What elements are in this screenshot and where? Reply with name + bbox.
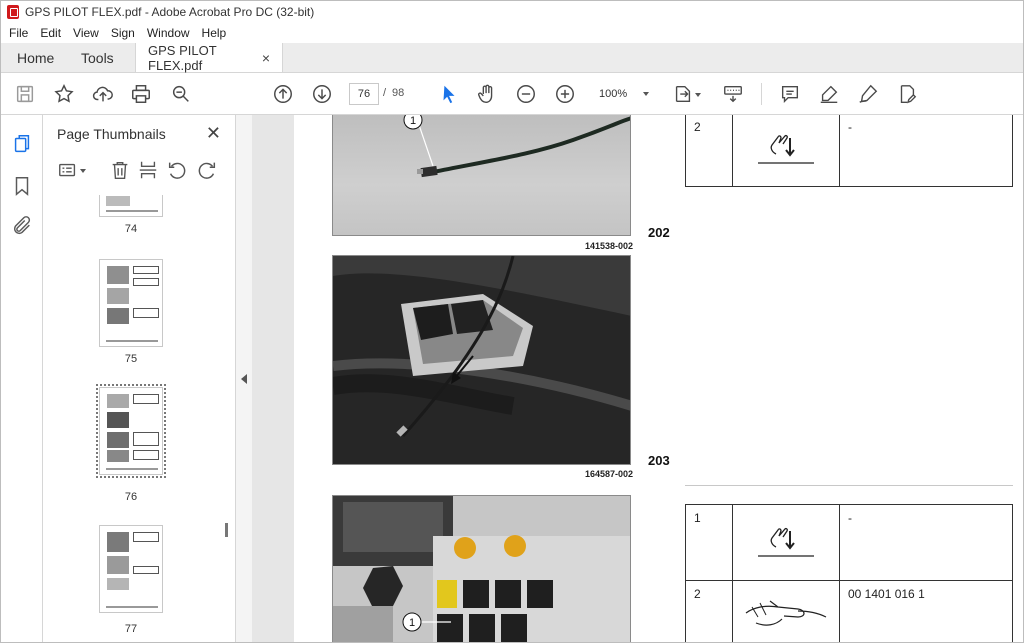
- keyboard-scroll-icon[interactable]: [721, 82, 745, 106]
- zoom-out-icon[interactable]: [514, 82, 538, 106]
- rotate-clockwise-icon[interactable]: [196, 159, 218, 181]
- panel-title: Page Thumbnails: [57, 126, 166, 142]
- tab-tools[interactable]: Tools: [69, 43, 135, 72]
- comment-icon[interactable]: [778, 82, 802, 106]
- panel-collapse-bar[interactable]: [236, 115, 252, 642]
- tab-document-label: GPS PILOT FLEX.pdf: [148, 42, 217, 73]
- zoom-level-select[interactable]: 100%: [595, 83, 653, 105]
- hand-tool-icon[interactable]: [475, 82, 499, 106]
- page-separator: /: [383, 87, 387, 99]
- document-viewport[interactable]: 1 141538-002 202 2 - 164587-002 203 1 1 …: [252, 115, 1023, 642]
- table-cell-pos: 2: [685, 115, 733, 187]
- table-row: 2 -: [685, 115, 1013, 187]
- table-cell-text: -: [839, 115, 1013, 187]
- thumbnail-label: 74: [124, 223, 138, 235]
- table-cell-pos: 1: [685, 504, 733, 581]
- collapse-arrow-icon[interactable]: [241, 374, 247, 384]
- thumbnail-label: 76: [124, 491, 138, 503]
- window-title: GPS PILOT FLEX.pdf - Adobe Acrobat Pro D…: [25, 5, 315, 19]
- page-number-input[interactable]: 76: [349, 83, 379, 105]
- cable-illustration: 1: [403, 115, 630, 178]
- figure-control-panel-photo: 1: [332, 495, 631, 642]
- thumbnail-page-75[interactable]: [99, 259, 163, 347]
- menu-sign[interactable]: Sign: [111, 26, 135, 40]
- left-tool-rail: [1, 115, 43, 642]
- save-icon[interactable]: [13, 82, 37, 106]
- menu-bar: File Edit View Sign Window Help: [1, 23, 1023, 43]
- star-bookmark-icon[interactable]: [52, 82, 76, 106]
- menu-window[interactable]: Window: [147, 26, 190, 40]
- tab-document[interactable]: GPS PILOT FLEX.pdf ×: [135, 42, 283, 73]
- previous-page-icon[interactable]: [271, 82, 295, 106]
- switch-illustration: [333, 256, 630, 464]
- section-divider: [685, 485, 1013, 486]
- select-cursor-icon[interactable]: [437, 82, 461, 106]
- delete-page-icon[interactable]: [109, 159, 131, 181]
- figure-caption: 164587-002: [585, 469, 634, 479]
- zoom-level-value: 100%: [599, 88, 628, 100]
- fill-sign-icon[interactable]: [895, 82, 919, 106]
- hand-plug-down-icon: [732, 504, 840, 581]
- pdf-page: 1 141538-002 202 2 - 164587-002 203 1 1 …: [294, 115, 1023, 642]
- page-thumbnails-panel: Page Thumbnails ✕ 74 75 76 77: [43, 115, 236, 642]
- figure-number: 203: [648, 453, 670, 468]
- thumbnail-scrollbar-thumb[interactable]: [225, 523, 228, 537]
- page-total: 98: [392, 87, 405, 99]
- table-row: 1 -: [685, 504, 1013, 581]
- table-cell-text: 00 1401 016 1: [839, 580, 1013, 642]
- hand-plug-down-icon: [732, 115, 840, 187]
- table-cell-text: -: [839, 504, 1013, 581]
- tab-bar: Home Tools GPS PILOT FLEX.pdf ×: [1, 43, 1023, 73]
- parts-table-top: 2 -: [685, 115, 1013, 187]
- page-thumbnails-icon[interactable]: [11, 133, 33, 155]
- hand-cable-icon: [732, 580, 840, 642]
- sign-pen-icon[interactable]: [856, 82, 880, 106]
- callout-label: 1: [410, 115, 416, 127]
- next-page-icon[interactable]: [310, 82, 334, 106]
- thumbnail-options-icon[interactable]: [57, 159, 79, 181]
- toolbar-divider: [761, 83, 762, 105]
- parts-table-bottom: 1 - 2 00 1401 016 1: [685, 504, 1013, 642]
- close-panel-icon[interactable]: ✕: [206, 123, 221, 144]
- acrobat-window: GPS PILOT FLEX.pdf - Adobe Acrobat Pro D…: [0, 0, 1024, 643]
- figure-cable-photo: 1: [332, 115, 631, 236]
- print-icon[interactable]: [129, 82, 153, 106]
- attachment-paperclip-icon[interactable]: [11, 215, 33, 237]
- table-row: 2 00 1401 016 1: [685, 580, 1013, 642]
- thumbnail-page-77[interactable]: [99, 525, 163, 613]
- menu-edit[interactable]: Edit: [40, 26, 61, 40]
- thumbnail-label: 75: [124, 353, 138, 365]
- menu-file[interactable]: File: [9, 26, 28, 40]
- thumbnail-scrollbar[interactable]: [223, 199, 231, 639]
- menu-help[interactable]: Help: [202, 26, 227, 40]
- figure-switch-photo: [332, 255, 631, 465]
- cloud-upload-icon[interactable]: [91, 82, 115, 106]
- fit-chevron-icon[interactable]: [695, 93, 701, 97]
- thumbnail-list: 74 75 76 77: [43, 195, 223, 642]
- highlight-pen-icon[interactable]: [817, 82, 841, 106]
- tab-home[interactable]: Home: [1, 43, 69, 72]
- fit-page-icon[interactable]: [671, 82, 695, 106]
- options-chevron-icon[interactable]: [80, 169, 86, 173]
- bookmark-icon[interactable]: [11, 175, 33, 197]
- menu-view[interactable]: View: [73, 26, 99, 40]
- thumbnail-page-74[interactable]: [99, 195, 163, 217]
- insert-page-icon[interactable]: [137, 159, 159, 181]
- table-cell-pos: 2: [685, 580, 733, 642]
- toolbar: 76 / 98 100%: [1, 74, 1023, 115]
- zoom-in-icon[interactable]: [553, 82, 577, 106]
- control-panel-illustration: 1: [333, 496, 630, 642]
- figure-number: 202: [648, 225, 670, 240]
- chevron-down-icon: [643, 92, 649, 96]
- thumbnail-label: 77: [124, 623, 138, 635]
- callout-label: 1: [409, 617, 415, 629]
- rotate-counterclockwise-icon[interactable]: [166, 159, 188, 181]
- panel-toolbar: [53, 159, 228, 185]
- title-bar: GPS PILOT FLEX.pdf - Adobe Acrobat Pro D…: [1, 1, 1023, 23]
- acrobat-pdf-icon: [7, 5, 19, 19]
- thumbnail-page-76[interactable]: [96, 384, 166, 478]
- figure-caption: 141538-002: [585, 241, 634, 251]
- zoom-search-icon[interactable]: [169, 82, 193, 106]
- close-tab-icon[interactable]: ×: [262, 50, 270, 66]
